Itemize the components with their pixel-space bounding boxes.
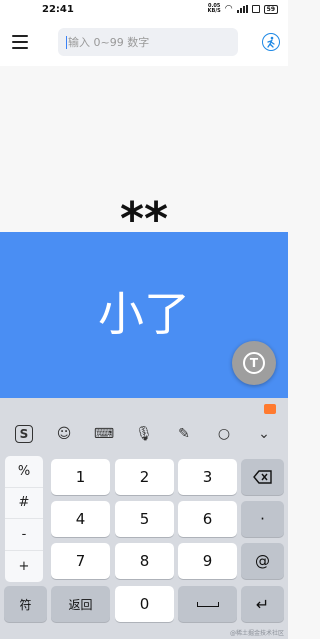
keyboard-logo-icon	[264, 404, 276, 414]
dot-key[interactable]: ·	[241, 501, 284, 537]
key-8[interactable]: 8	[115, 543, 174, 579]
signal-icon	[236, 5, 248, 13]
guess-fab-button[interactable]: T	[232, 341, 276, 385]
collapse-keyboard-icon[interactable]: ⌄	[251, 422, 277, 446]
enter-icon: ↵	[255, 594, 270, 614]
network-speed: 0.05 KB/S	[208, 4, 221, 14]
keyboard-icon[interactable]: ⌨	[91, 422, 117, 446]
space-icon	[196, 601, 219, 607]
symbol-column: % # - +	[5, 456, 43, 582]
number-input[interactable]: 输入 0~99 数字	[58, 28, 238, 56]
status-icons: 0.05 KB/S ◠ 59	[208, 4, 278, 14]
key-6[interactable]: 6	[178, 501, 237, 537]
masked-number: **	[119, 192, 169, 246]
enter-key[interactable]: ↵	[241, 586, 284, 622]
wifi-icon: ◠	[224, 4, 233, 14]
status-bar: 22:41 0.05 KB/S ◠ 59	[0, 0, 288, 18]
symbol-key[interactable]: #	[5, 488, 43, 519]
key-4[interactable]: 4	[51, 501, 110, 537]
space-key[interactable]	[178, 586, 237, 622]
watermark: @稀土掘金技术社区	[229, 630, 284, 637]
keyboard-toolbar: S ☺ ⌨ 🎙 ✎ ○ ⌄	[0, 418, 288, 450]
result-text: 小了	[98, 287, 190, 341]
key-2[interactable]: 2	[115, 459, 174, 495]
input-placeholder: 输入 0~99 数字	[68, 36, 150, 49]
key-7[interactable]: 7	[51, 543, 110, 579]
key-3[interactable]: 3	[178, 459, 237, 495]
battery-icon: 59	[263, 4, 278, 14]
at-key[interactable]: @	[241, 543, 284, 579]
symbol-switch-key[interactable]: 符	[4, 586, 47, 622]
backspace-icon	[252, 470, 272, 484]
soft-keyboard: S ☺ ⌨ 🎙 ✎ ○ ⌄ % # - + 1 2 3 4 5 6 · 7 8 …	[0, 398, 288, 639]
translate-icon: T	[243, 352, 265, 374]
key-0[interactable]: 0	[115, 586, 174, 622]
symbol-key[interactable]: +	[5, 551, 43, 583]
menu-icon[interactable]	[10, 32, 30, 52]
top-bar: 输入 0~99 数字	[0, 18, 288, 66]
run-icon[interactable]	[262, 33, 280, 51]
back-key[interactable]: 返回	[51, 586, 110, 622]
key-1[interactable]: 1	[51, 459, 110, 495]
backspace-key[interactable]	[241, 459, 284, 495]
symbol-key[interactable]: %	[5, 456, 43, 488]
text-cursor	[66, 35, 67, 49]
microphone-icon[interactable]: 🎙	[131, 422, 157, 446]
symbol-key[interactable]: -	[5, 519, 43, 551]
sogou-icon[interactable]: S	[11, 422, 37, 446]
net-speed-unit: KB/S	[207, 8, 221, 14]
sim-icon	[251, 5, 260, 13]
search-icon[interactable]: ○	[211, 422, 237, 446]
handwriting-icon[interactable]: ✎	[171, 422, 197, 446]
emoji-icon[interactable]: ☺	[51, 422, 77, 446]
key-5[interactable]: 5	[115, 501, 174, 537]
key-9[interactable]: 9	[178, 543, 237, 579]
status-time: 22:41	[42, 3, 74, 15]
